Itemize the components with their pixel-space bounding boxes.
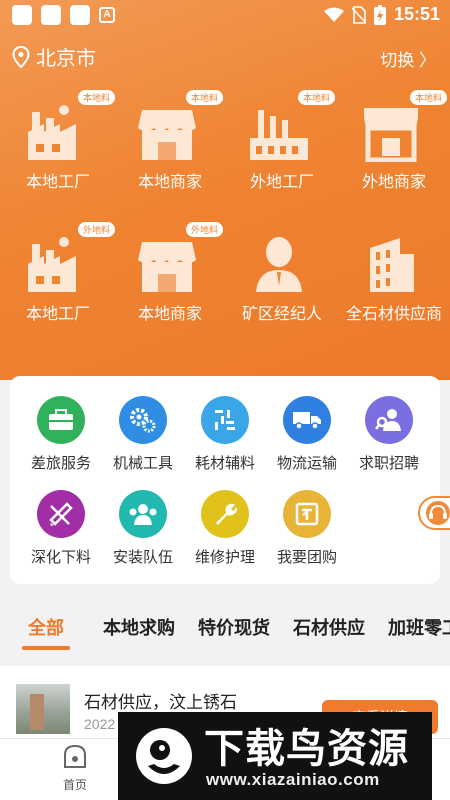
service-label: 物流运输: [276, 455, 337, 472]
watermark-url: www.xiazainiao.com: [206, 770, 380, 789]
service-label: 深化下料: [30, 549, 91, 566]
service-icon-bg: [119, 396, 167, 444]
wrench-icon: [216, 503, 238, 525]
category-mining-broker[interactable]: 矿区经纪人: [226, 222, 338, 332]
category-outside-factory[interactable]: 本地料 外地工厂: [226, 90, 338, 200]
category-local-shop[interactable]: 本地料 本地商家: [114, 90, 226, 200]
truck-icon: [293, 412, 321, 430]
item-date: 2022: [84, 716, 116, 732]
watermark-banner: 下载鸟资源 www.xiazainiao.com: [118, 712, 432, 800]
storefront-icon: [364, 108, 418, 162]
tab-local-purchase[interactable]: 本地求购: [103, 614, 175, 640]
service-group-buy[interactable]: 我要团购: [264, 490, 350, 586]
service-icon-bg: [283, 396, 331, 444]
category-outside-shop[interactable]: 本地料 外地商家: [338, 90, 450, 200]
service-icon-bg: [365, 396, 413, 444]
group-buy-icon: [295, 502, 319, 526]
nav-home[interactable]: 首页: [50, 743, 100, 793]
service-repair[interactable]: 维修护理: [182, 490, 268, 586]
customer-service-icon: [426, 501, 450, 525]
category-local-factory[interactable]: 本地料 本地工厂: [2, 90, 116, 200]
service-consumables[interactable]: 耗材辅料: [182, 396, 268, 492]
grid-tools-icon: [215, 410, 235, 430]
category-label: 矿区经纪人: [241, 306, 322, 323]
watermark-title: 下载鸟资源: [204, 727, 409, 771]
home-icon: [64, 744, 86, 768]
clock: 15:51: [393, 4, 440, 24]
tab-special-stock[interactable]: 特价现货: [198, 614, 270, 640]
category-local-shop-outside-material[interactable]: 外地料 本地商家: [114, 222, 226, 332]
tab-all[interactable]: 全部: [28, 614, 64, 640]
category-label: 本地工厂: [25, 306, 90, 323]
feed-tabs: 全部 本地求购 特价现货 石材供应 加班零工: [0, 606, 450, 652]
category-label: 外地商家: [361, 174, 426, 191]
service-cutting[interactable]: 深化下料: [18, 490, 104, 586]
person-icon: [256, 237, 302, 292]
city-name[interactable]: 北京市: [36, 42, 96, 71]
factory-icon: [28, 105, 76, 160]
service-icon-bg: [37, 396, 85, 444]
service-label: 求职招聘: [358, 455, 419, 472]
location-bar: 北京市 切换 〉: [0, 38, 450, 74]
no-sim-icon: [351, 5, 366, 24]
category-label: 本地商家: [137, 174, 202, 191]
building-icon: [370, 238, 414, 292]
ruler-pencil-icon: [49, 502, 73, 526]
service-travel[interactable]: 差旅服务: [18, 396, 104, 492]
industrial-plant-icon: [250, 110, 308, 160]
job-seeker-icon: [375, 409, 401, 431]
category-label: 本地商家: [137, 306, 202, 323]
service-machinery[interactable]: 机械工具: [100, 396, 186, 492]
category-label: 全石材供应商: [345, 306, 442, 323]
item-thumbnail: [16, 684, 70, 734]
battery-charging-icon: [373, 4, 386, 25]
customer-service-button[interactable]: [418, 496, 450, 530]
notification-icon: [41, 5, 61, 25]
service-logistics[interactable]: 物流运输: [264, 396, 350, 492]
item-title: 石材供应，汶上锈石: [84, 693, 237, 712]
notification-icon: [70, 5, 90, 25]
wifi-icon: [323, 7, 344, 22]
app-badge-icon: A: [99, 7, 115, 23]
service-label: 安装队伍: [112, 549, 173, 566]
category-label: 外地工厂: [249, 174, 314, 191]
shop-icon: [138, 110, 196, 160]
service-icon-bg: [201, 396, 249, 444]
service-icon-bg: [37, 490, 85, 538]
service-label: 机械工具: [112, 455, 173, 472]
briefcase-icon: [49, 409, 73, 430]
service-label: 耗材辅料: [194, 455, 255, 472]
tab-stone-supply[interactable]: 石材供应: [293, 614, 365, 640]
team-icon: [129, 504, 157, 525]
service-label: 我要团购: [276, 549, 337, 566]
service-icon-bg: [119, 490, 167, 538]
service-icon-bg: [201, 490, 249, 538]
service-label: 维修护理: [194, 549, 255, 566]
gears-icon: [130, 408, 156, 433]
notification-icon: [12, 5, 32, 25]
bird-logo-icon: [136, 728, 192, 784]
location-pin-icon: [12, 46, 30, 68]
category-local-factory-outside-material[interactable]: 外地料 本地工厂: [2, 222, 116, 332]
service-recruitment[interactable]: 求职招聘: [346, 396, 432, 492]
shop-icon: [138, 242, 196, 292]
tab-overtime-work[interactable]: 加班零工: [388, 614, 450, 640]
active-tab-indicator: [22, 646, 70, 650]
service-install-team[interactable]: 安装队伍: [100, 490, 186, 586]
status-bar: A 15:51: [0, 0, 450, 32]
factory-icon: [28, 237, 76, 292]
service-icon-bg: [283, 490, 331, 538]
switch-city-button[interactable]: 切换 〉: [380, 46, 436, 71]
service-label: 差旅服务: [30, 455, 91, 472]
category-stone-supplier[interactable]: 全石材供应商: [338, 222, 450, 332]
category-label: 本地工厂: [25, 174, 90, 191]
services-card: 差旅服务 机械工具 耗材辅料 物流运输 求职招聘 深化下料 安装队伍 维修护理 …: [10, 376, 440, 584]
nav-home-label: 首页: [62, 778, 87, 792]
